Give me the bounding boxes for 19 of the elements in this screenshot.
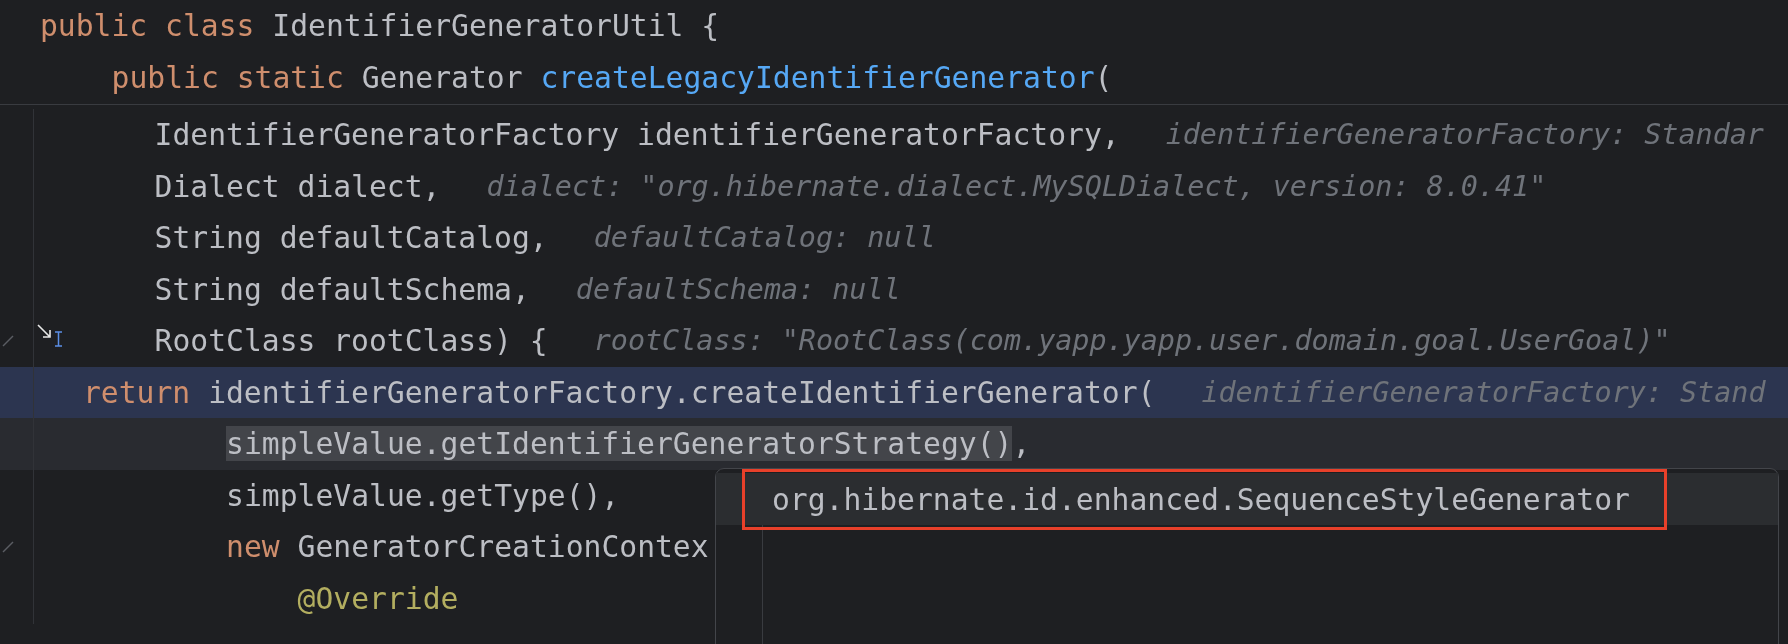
code-text: Dialect dialect, (154, 168, 441, 204)
inlay-hint: rootClass: "RootClass(com.yapp.yapp.user.domain.goal.UserGoal)" (593, 324, 1671, 358)
code-text: simpleValue.getType(), (226, 477, 620, 513)
class-name: org.hibernate.id.enhanced.SequenceStyleGenerator (772, 481, 1630, 517)
inlay-hint: identifierGeneratorFactory: Standar (1165, 118, 1764, 152)
code-text: @Override (297, 580, 459, 616)
code-text: String defaultCatalog, (154, 220, 548, 256)
inlay-hint: defaultSchema: null (575, 272, 901, 306)
code-text: new GeneratorCreationContex (226, 529, 709, 565)
code-text: public static Generator createLegacyIdentifierGenerator( (111, 59, 1113, 95)
code-text: public class IdentifierGeneratorUtil { (40, 8, 720, 44)
inlay-hint: defaultCatalog: null (593, 221, 936, 255)
inlay-hint: identifierGeneratorFactory: Stand (1201, 375, 1766, 409)
text-cursor-icon (54, 331, 63, 347)
code-text: RootClass rootClass) { (154, 323, 548, 359)
inlay-hint: dialect: "org.hibernate.dialect.MySQLDialect, version: 8.0.41" (486, 169, 1547, 203)
code-text: IdentifierGeneratorFactory identifierGeneratorFactory, (154, 117, 1120, 153)
code-text: return identifierGeneratorFactory.createIdentifierGenerator( (83, 374, 1156, 410)
code-text: String defaultSchema, (154, 271, 530, 307)
